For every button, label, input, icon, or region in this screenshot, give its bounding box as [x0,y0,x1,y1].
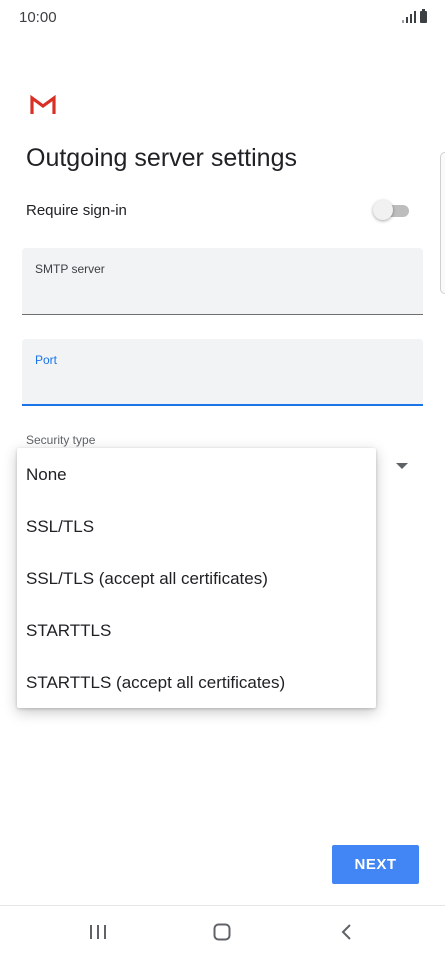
next-button[interactable]: NEXT [332,845,419,884]
home-icon[interactable] [213,923,231,941]
scroll-indicator [440,152,445,294]
recent-apps-icon[interactable] [89,924,107,940]
status-icons [402,9,427,23]
battery-icon [420,9,427,23]
security-option-starttls[interactable]: STARTTLS [17,606,376,656]
security-option-ssl-tls[interactable]: SSL/TLS [17,502,376,552]
port-input[interactable] [35,373,405,397]
smtp-server-field[interactable]: SMTP server [22,248,423,315]
security-option-none[interactable]: None [17,450,376,500]
gmail-logo-icon [30,95,56,114]
page-title: Outgoing server settings [26,144,297,172]
signal-icon [402,11,416,23]
security-option-starttls-all-certs[interactable]: STARTTLS (accept all certificates) [17,658,376,708]
toggle-thumb [373,200,393,220]
require-signin-row[interactable]: Require sign-in [26,200,409,222]
port-label: Port [35,353,58,367]
port-field[interactable]: Port [22,339,423,406]
chevron-down-icon[interactable] [396,463,408,469]
security-type-label: Security type [26,433,96,447]
require-signin-label: Require sign-in [26,202,127,219]
smtp-server-label: SMTP server [35,262,105,276]
security-option-ssl-tls-all-certs[interactable]: SSL/TLS (accept all certificates) [17,554,376,604]
back-icon[interactable] [340,923,352,941]
security-type-dropdown: None SSL/TLS SSL/TLS (accept all certifi… [17,448,376,708]
status-bar: 10:00 [0,0,445,36]
status-time: 10:00 [19,9,57,26]
navigation-bar [0,905,445,957]
require-signin-toggle[interactable] [373,200,409,220]
smtp-server-input[interactable] [35,282,405,306]
